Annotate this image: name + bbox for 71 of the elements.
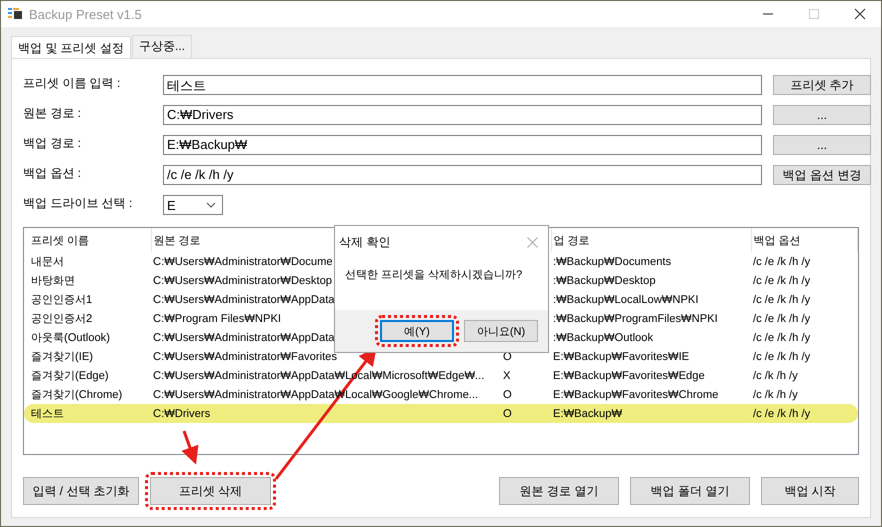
close-icon[interactable] xyxy=(854,8,866,20)
table-cell: C:₩Users₩Administrator₩Desktop xyxy=(153,274,332,286)
input-field[interactable]: C:₩Drivers xyxy=(163,105,762,125)
dialog-message: 선택한 프리셋을 삭제하시겠습니까? xyxy=(345,269,522,281)
table-cell: :₩Backup₩LocalLow₩NPKI xyxy=(553,294,698,306)
table-cell: :₩Backup₩Outlook xyxy=(553,332,654,344)
column-header[interactable]: 프리셋 이름 xyxy=(24,228,151,252)
table-cell: /c /e /k /h /y xyxy=(753,350,810,362)
form-button[interactable]: 백업 옵션 변경 xyxy=(773,165,871,185)
field-label: 백업 드라이브 선택 : xyxy=(23,195,134,212)
action-button[interactable]: 프리셋 삭제 xyxy=(145,472,276,510)
annotation-arrow xyxy=(182,430,198,465)
table-cell: C:₩Users₩Administrator₩Docume xyxy=(153,256,333,268)
drive-dropdown[interactable]: E xyxy=(163,195,223,215)
action-button[interactable]: 원본 경로 열기 xyxy=(499,477,619,505)
table-cell[interactable]: 즐겨찾기(IE) xyxy=(31,351,94,363)
form-button[interactable]: ... xyxy=(773,135,871,155)
table-cell: /c /e /k /h /y xyxy=(753,332,810,344)
action-button[interactable]: 백업 폴더 열기 xyxy=(630,477,750,505)
table-cell: E:₩Backup₩Favorites₩Chrome xyxy=(553,388,718,400)
column-header[interactable]: 업 경로 xyxy=(551,228,751,252)
field-label: 원본 경로 : xyxy=(23,105,82,122)
table-cell: /c /e /k /h /y xyxy=(753,312,810,324)
action-button[interactable]: 백업 시작 xyxy=(761,477,859,505)
table-cell: /c /e /k /h /y xyxy=(753,256,810,268)
table-cell: E:₩Backup₩Favorites₩Edge xyxy=(553,370,705,382)
table-cell: X xyxy=(503,370,510,382)
maximize-icon xyxy=(808,8,820,20)
input-field[interactable]: 테스트 xyxy=(163,75,762,95)
table-cell[interactable]: 공인인증서2 xyxy=(31,313,92,325)
action-button[interactable]: 입력 / 선택 초기화 xyxy=(23,477,139,505)
table-cell: O xyxy=(503,388,512,400)
table-cell: /c /e /k /h /y xyxy=(753,408,810,420)
table-cell[interactable]: 공인인증서1 xyxy=(31,294,92,306)
input-field[interactable]: /c /e /k /h /y xyxy=(163,165,762,185)
table-cell: :₩Backup₩Documents xyxy=(553,256,672,268)
table-cell: /c /e /k /h /y xyxy=(753,274,810,286)
tab[interactable]: 구상중... xyxy=(132,35,192,58)
table-cell[interactable]: 바탕화면 xyxy=(31,275,75,287)
table-cell: :₩Backup₩Desktop xyxy=(553,274,656,286)
table-cell: O xyxy=(503,408,512,420)
table-cell: /c /k /h /y xyxy=(753,388,798,400)
table-cell: C:₩Program Files₩NPKI xyxy=(153,312,282,324)
table-cell: /c /e /k /h /y xyxy=(753,294,810,306)
table-cell: E:₩Backup₩ xyxy=(553,408,622,420)
chevron-down-icon xyxy=(206,202,216,208)
column-header[interactable]: 백업 옵션 xyxy=(751,228,858,252)
app-icon xyxy=(7,6,23,22)
table-cell: :₩Backup₩ProgramFiles₩NPKI xyxy=(553,312,718,324)
dialog-title: 삭제 확인 xyxy=(339,234,390,250)
table-cell[interactable]: 테스트 xyxy=(31,408,64,420)
table-cell[interactable]: 즐겨찾기(Chrome) xyxy=(31,389,122,401)
dialog-button[interactable]: 예(Y) xyxy=(375,315,459,347)
field-label: 백업 옵션 : xyxy=(23,165,82,182)
tab[interactable]: 백업 및 프리셋 설정 xyxy=(11,36,132,58)
table-cell[interactable]: 내문서 xyxy=(31,256,64,268)
form-button[interactable]: ... xyxy=(773,105,871,125)
table-cell[interactable]: 즐겨찾기(Edge) xyxy=(31,370,109,382)
table-cell: C:₩Users₩Administrator₩AppData xyxy=(153,294,335,306)
window-title: Backup Preset v1.5 xyxy=(29,6,142,22)
table-cell: /c /k /h /y xyxy=(753,370,798,382)
table-cell: E:₩Backup₩Favorites₩IE xyxy=(553,350,690,362)
table-cell: C:₩Users₩Administrator₩AppData xyxy=(153,332,335,344)
field-label: 백업 경로 : xyxy=(23,135,82,152)
field-label: 프리셋 이름 입력 : xyxy=(23,75,122,92)
table-cell[interactable]: 아웃룩(Outlook) xyxy=(31,332,110,344)
table-cell: C:₩Drivers xyxy=(153,408,210,420)
form-button[interactable]: 프리셋 추가 xyxy=(773,75,871,95)
input-field[interactable]: E:₩Backup₩ xyxy=(163,135,762,155)
table-cell: C:₩Users₩Administrator₩Favorites xyxy=(153,350,337,362)
dialog-button[interactable]: 아니요(N) xyxy=(464,320,538,342)
